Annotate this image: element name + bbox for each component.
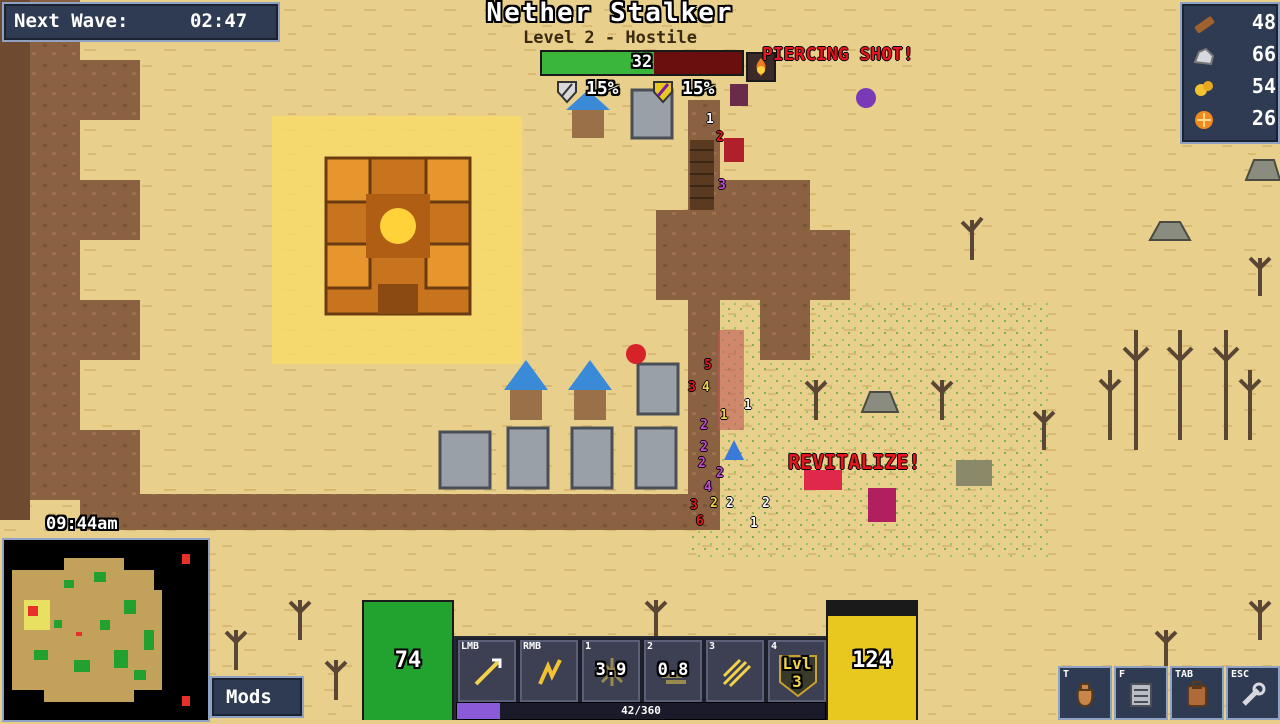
resource-panel: 48 66 54 26 (1180, 2, 1280, 144)
gold-count: 54 (1251, 74, 1276, 98)
damage-number: 1 (706, 112, 714, 127)
damage-number: 3 (718, 178, 726, 193)
mods-label: Mods (226, 686, 272, 708)
player-health-value: 74 (394, 648, 422, 673)
key-label: T (1063, 669, 1070, 680)
game-clock: 09:44am (46, 514, 118, 534)
player-mana-value: 124 (852, 648, 892, 673)
stone-count: 66 (1251, 42, 1276, 66)
damage-number: 1 (720, 408, 728, 423)
damage-number: 2 (698, 456, 706, 471)
damage-number: 2 (762, 496, 770, 511)
arrow-shot-icon (474, 658, 502, 686)
ability-slot-3[interactable]: 3 (704, 638, 766, 704)
lightning-arc-icon (538, 659, 562, 685)
ability-slot-2[interactable]: 2 0.8 (642, 638, 704, 704)
wood-count: 48 (1251, 10, 1276, 34)
key-label: 2 (647, 641, 654, 652)
minimap-image (12, 554, 190, 706)
boss-hp-value: 32 (631, 52, 653, 72)
resource-essence: 26 (1190, 106, 1280, 134)
player-mana: 124 (826, 600, 918, 720)
resource-wood: 48 (1190, 10, 1280, 38)
cooldown-timer: 0.8 (657, 660, 689, 680)
boss-name: Nether Stalker (486, 0, 734, 28)
damage-number: 2 (716, 130, 724, 145)
combat-text-revitalize: REVITALIZE! (788, 450, 921, 474)
key-label: RMB (523, 641, 542, 652)
ability-slot-1[interactable]: 1 3.9 (580, 638, 642, 704)
resource-stone: 66 (1190, 42, 1280, 70)
essence-count: 26 (1251, 106, 1276, 130)
damage-number: 4 (704, 480, 712, 495)
ability-slot-4[interactable]: 4 Lvl 3 (766, 638, 828, 704)
boss-armor-value: 15% (586, 78, 619, 99)
damage-number: 2 (700, 440, 708, 455)
damage-number: 3 (688, 380, 696, 395)
magic-resist-shield-icon (652, 80, 674, 104)
build-icon (1130, 683, 1152, 707)
orange-orb-icon (1192, 108, 1216, 132)
key-label: F (1119, 669, 1126, 680)
resource-gold: 54 (1190, 74, 1280, 102)
key-label: 3 (709, 641, 716, 652)
inventory-button[interactable]: TAB (1170, 666, 1224, 720)
key-label: ESC (1231, 669, 1250, 680)
build-button[interactable]: F (1114, 666, 1168, 720)
ability-level-line1: Lvl (782, 654, 812, 673)
key-label: TAB (1175, 669, 1194, 680)
damage-number: 2 (726, 496, 734, 511)
stone-icon (1192, 44, 1216, 68)
armor-shield-icon (556, 80, 578, 104)
key-label: 1 (585, 641, 592, 652)
gold-nugget-icon (1192, 76, 1216, 100)
damage-number: 5 (704, 358, 712, 373)
damage-number: 2 (710, 496, 718, 511)
ability-slot-rmb[interactable]: RMB (518, 638, 580, 704)
ability-level-line2: 3 (792, 672, 802, 691)
inventory-icon (1187, 681, 1207, 707)
player-health: 74 (362, 600, 454, 720)
next-wave-label: Next Wave: (14, 10, 129, 32)
boss-health-bar: 32 (540, 50, 744, 76)
castle-keep-icon (324, 156, 472, 316)
cooldown-timer: 3.9 (595, 660, 627, 680)
log-icon (1192, 12, 1216, 36)
ability-slot-lmb[interactable]: LMB (456, 638, 518, 704)
bag-button[interactable]: T (1058, 666, 1112, 720)
bag-icon (1076, 683, 1094, 708)
boss-level-status: Level 2 - Hostile (523, 28, 697, 48)
damage-number: 4 (702, 380, 710, 395)
next-wave-panel: Next Wave: 02:47 (2, 2, 280, 42)
damage-number: 6 (696, 514, 704, 529)
xp-bar: 42/360 (456, 702, 826, 720)
key-label: LMB (461, 641, 480, 652)
damage-number: 2 (700, 418, 708, 433)
damage-number: 2 (716, 466, 724, 481)
next-wave-timer: 02:47 (190, 10, 248, 32)
combat-text-piercing-shot: PIERCING SHOT! (762, 44, 914, 65)
multishot-icon (722, 658, 752, 688)
settings-button[interactable]: ESC (1226, 666, 1280, 720)
damage-number: 1 (750, 516, 758, 531)
mods-button[interactable]: Mods (210, 676, 304, 718)
xp-value: 42/360 (621, 704, 661, 717)
key-label: 4 (771, 641, 778, 652)
damage-number: 1 (744, 398, 752, 413)
damage-number: 3 (690, 498, 698, 513)
settings-wrench-icon (1242, 682, 1266, 706)
minimap[interactable] (2, 538, 210, 722)
boss-magic-resist-value: 15% (682, 78, 715, 99)
